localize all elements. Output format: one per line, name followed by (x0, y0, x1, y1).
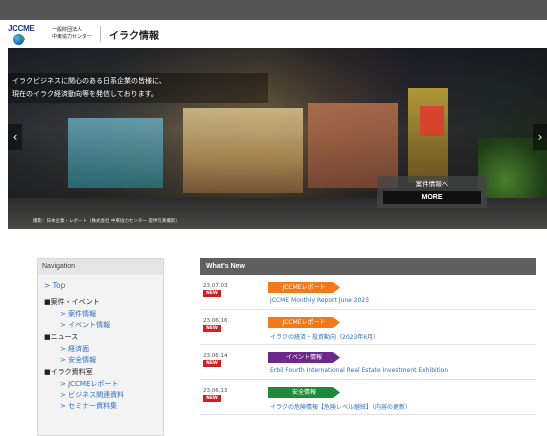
site-title[interactable]: イラク情報 (109, 27, 159, 42)
nav-link-top[interactable]: > Top (44, 279, 163, 292)
project-info-box: 案件情報へ MORE (377, 176, 487, 208)
news-link[interactable]: イラクの経済・投資動向（2023年6月） (270, 332, 379, 341)
nav-section-news: ■ニュース (44, 333, 79, 341)
nav-link-seminar-docs[interactable]: > セミナー資料集 (44, 401, 163, 412)
site-header: JCCME 一般財団法人 中東協力センター イラク情報 (0, 20, 547, 48)
nav-section-events: ■案件・イベント (44, 298, 100, 306)
org-name-line2: 中東協力センター (52, 34, 93, 40)
hero-slider: イラクビジネスに関心のある日系企業の皆様に、 現在のイラク経済動向等を発信してお… (8, 48, 547, 229)
hero-caption: イラクビジネスに関心のある日系企業の皆様に、 現在のイラク経済動向等を発信してお… (8, 73, 268, 103)
org-name: 一般財団法人 中東協力センター (52, 27, 92, 41)
slider-next-button[interactable]: › (533, 124, 547, 150)
navigation-panel: Navigation > Top ■案件・イベント > 案件情報 > イベント情… (37, 258, 164, 436)
org-name-line1: 一般財団法人 (52, 27, 83, 33)
new-badge: NEW (203, 395, 221, 402)
news-link[interactable]: Erbil Fourth International Real Estate I… (270, 367, 448, 374)
whats-new-section: What's New 23.07.03 NEW JCCMEレポート JCCME … (200, 258, 536, 415)
header-divider (100, 26, 102, 42)
news-category-tag: JCCMEレポート (268, 282, 340, 293)
news-item[interactable]: 23.07.03 NEW JCCMEレポート JCCME Monthly Rep… (200, 275, 536, 310)
logo-text: JCCME (8, 24, 35, 33)
nav-link-projects[interactable]: > 案件情報 (44, 309, 163, 320)
whats-new-title: What's New (200, 258, 536, 275)
hero-photo-shop (68, 118, 163, 188)
news-category-tag: 安全情報 (268, 387, 340, 398)
nav-link-events[interactable]: > イベント情報 (44, 320, 163, 331)
news-item[interactable]: 23.06.14 NEW イベント情報 Erbil Fourth Interna… (200, 345, 536, 380)
navigation-list: > Top ■案件・イベント > 案件情報 > イベント情報 ■ニュース > 経… (38, 275, 163, 412)
news-category-tag: イベント情報 (268, 352, 340, 363)
nav-link-jccme-report[interactable]: > JCCMEレポート (44, 379, 163, 390)
news-date: 23.07.03 (203, 283, 228, 289)
news-link[interactable]: JCCME Monthly Report June 2023 (270, 297, 369, 304)
news-category-tag: JCCMEレポート (268, 317, 340, 328)
hero-caption-line1: イラクビジネスに関心のある日系企業の皆様に、 (12, 77, 166, 85)
hero-caption-line2: 現在のイラク経済動向等を発信しております。 (12, 90, 158, 98)
new-badge: NEW (203, 360, 221, 367)
nav-link-business-docs[interactable]: > ビジネス関連資料 (44, 390, 163, 401)
news-item[interactable]: 23.06.16 NEW JCCMEレポート イラクの経済・投資動向（2023年… (200, 310, 536, 345)
news-date: 23.06.16 (203, 318, 228, 324)
nav-section-library: ■イラク資料室 (44, 368, 93, 376)
project-info-label: 案件情報へ (415, 180, 449, 188)
hero-photo-shop (183, 108, 303, 193)
more-button[interactable]: MORE (383, 191, 481, 204)
new-badge: NEW (203, 290, 221, 297)
jccme-logo[interactable]: JCCME 一般財団法人 中東協力センター (0, 20, 92, 48)
photo-credit: 撮影：日本企業・レポート（株式会社 中東協力センター 提供写真撮影） (33, 219, 180, 224)
new-badge: NEW (203, 325, 221, 332)
nav-link-economy[interactable]: > 経済面 (44, 344, 163, 355)
news-date: 23.06.13 (203, 388, 228, 394)
nav-link-safety[interactable]: > 安全情報 (44, 355, 163, 366)
news-date: 23.06.14 (203, 353, 228, 359)
hero-photo-sign (420, 106, 444, 136)
news-item[interactable]: 23.06.13 NEW 安全情報 イラクの危険情報【危険レベル継続】（内容の更… (200, 380, 536, 415)
navigation-title: Navigation (38, 259, 163, 275)
slider-prev-button[interactable]: ‹ (8, 124, 22, 150)
logo-mark: JCCME (8, 24, 35, 45)
news-link[interactable]: イラクの危険情報【危険レベル継続】（内容の更新） (270, 402, 411, 411)
browser-top-bar (0, 0, 547, 20)
